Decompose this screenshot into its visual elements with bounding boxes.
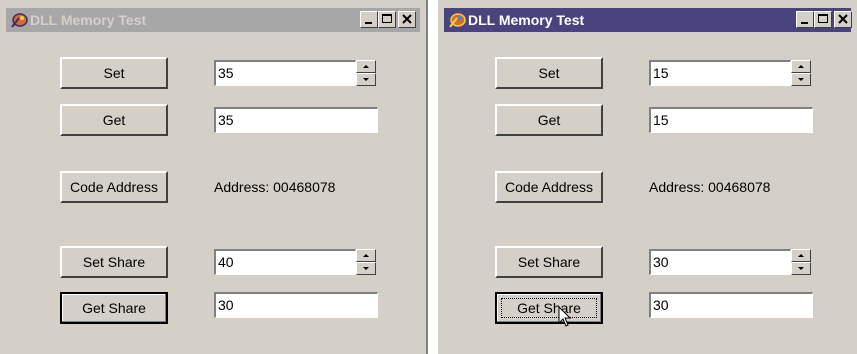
get-share-value-field[interactable]: 30 bbox=[214, 292, 378, 318]
get-button[interactable]: Get bbox=[60, 104, 168, 136]
dll-memory-test-window-left: DLL Memory Test Set 35 Get 35 Code Addre… bbox=[0, 0, 428, 354]
maximize-icon bbox=[818, 14, 828, 23]
minimize-icon bbox=[365, 22, 372, 24]
address-label: Address: 00468078 bbox=[649, 179, 771, 195]
title-bar[interactable]: DLL Memory Test bbox=[6, 8, 420, 32]
arrow-down-icon bbox=[363, 78, 369, 81]
mouse-pointer-icon bbox=[558, 306, 572, 327]
set-button[interactable]: Set bbox=[495, 57, 603, 89]
window-title: DLL Memory Test bbox=[30, 12, 147, 28]
spin-up-button[interactable] bbox=[356, 60, 376, 73]
set-share-spinner[interactable] bbox=[356, 249, 376, 275]
arrow-down-icon bbox=[363, 267, 369, 270]
spin-down-button[interactable] bbox=[791, 262, 811, 275]
get-value-field[interactable]: 15 bbox=[649, 107, 813, 133]
arrow-up-icon bbox=[798, 254, 804, 257]
arrow-up-icon bbox=[363, 65, 369, 68]
set-share-button[interactable]: Set Share bbox=[495, 246, 603, 278]
app-icon bbox=[448, 11, 466, 29]
maximize-button[interactable] bbox=[378, 11, 396, 28]
minimize-button[interactable] bbox=[796, 11, 814, 28]
maximize-button[interactable] bbox=[814, 11, 832, 28]
window-title: DLL Memory Test bbox=[468, 12, 585, 28]
close-icon bbox=[402, 14, 412, 24]
set-share-button[interactable]: Set Share bbox=[60, 246, 168, 278]
spin-down-button[interactable] bbox=[791, 73, 811, 86]
set-value-field[interactable]: 15 bbox=[649, 60, 791, 86]
code-address-button[interactable]: Code Address bbox=[495, 171, 603, 203]
set-value-spinner[interactable] bbox=[356, 60, 376, 86]
close-button[interactable] bbox=[398, 11, 416, 28]
spin-up-button[interactable] bbox=[791, 60, 811, 73]
set-share-value-field[interactable]: 40 bbox=[214, 249, 356, 275]
get-share-button[interactable]: Get Share bbox=[60, 292, 168, 324]
set-button[interactable]: Set bbox=[60, 57, 168, 89]
get-button[interactable]: Get bbox=[495, 104, 603, 136]
spin-up-button[interactable] bbox=[791, 249, 811, 262]
spin-down-button[interactable] bbox=[356, 262, 376, 275]
arrow-up-icon bbox=[798, 65, 804, 68]
set-value-spinner[interactable] bbox=[791, 60, 811, 86]
arrow-up-icon bbox=[363, 254, 369, 257]
minimize-button[interactable] bbox=[360, 11, 378, 28]
spin-down-button[interactable] bbox=[356, 73, 376, 86]
minimize-icon bbox=[801, 22, 808, 24]
get-share-button[interactable]: Get Share bbox=[495, 292, 603, 324]
close-icon bbox=[838, 14, 848, 24]
get-share-value-field[interactable]: 30 bbox=[649, 292, 813, 318]
spin-up-button[interactable] bbox=[356, 249, 376, 262]
address-label: Address: 00468078 bbox=[214, 179, 336, 195]
maximize-icon bbox=[382, 14, 392, 23]
arrow-down-icon bbox=[798, 267, 804, 270]
set-share-value-field[interactable]: 30 bbox=[649, 249, 791, 275]
set-value-field[interactable]: 35 bbox=[214, 60, 356, 86]
app-icon bbox=[10, 11, 28, 29]
close-button[interactable] bbox=[834, 11, 852, 28]
title-bar[interactable]: DLL Memory Test bbox=[444, 8, 852, 32]
arrow-down-icon bbox=[798, 78, 804, 81]
set-share-spinner[interactable] bbox=[791, 249, 811, 275]
focus-ring bbox=[501, 298, 597, 318]
get-value-field[interactable]: 35 bbox=[214, 107, 378, 133]
code-address-button[interactable]: Code Address bbox=[60, 171, 168, 203]
dll-memory-test-window-right: DLL Memory Test Set 15 Get 15 Code Addre… bbox=[438, 0, 857, 354]
